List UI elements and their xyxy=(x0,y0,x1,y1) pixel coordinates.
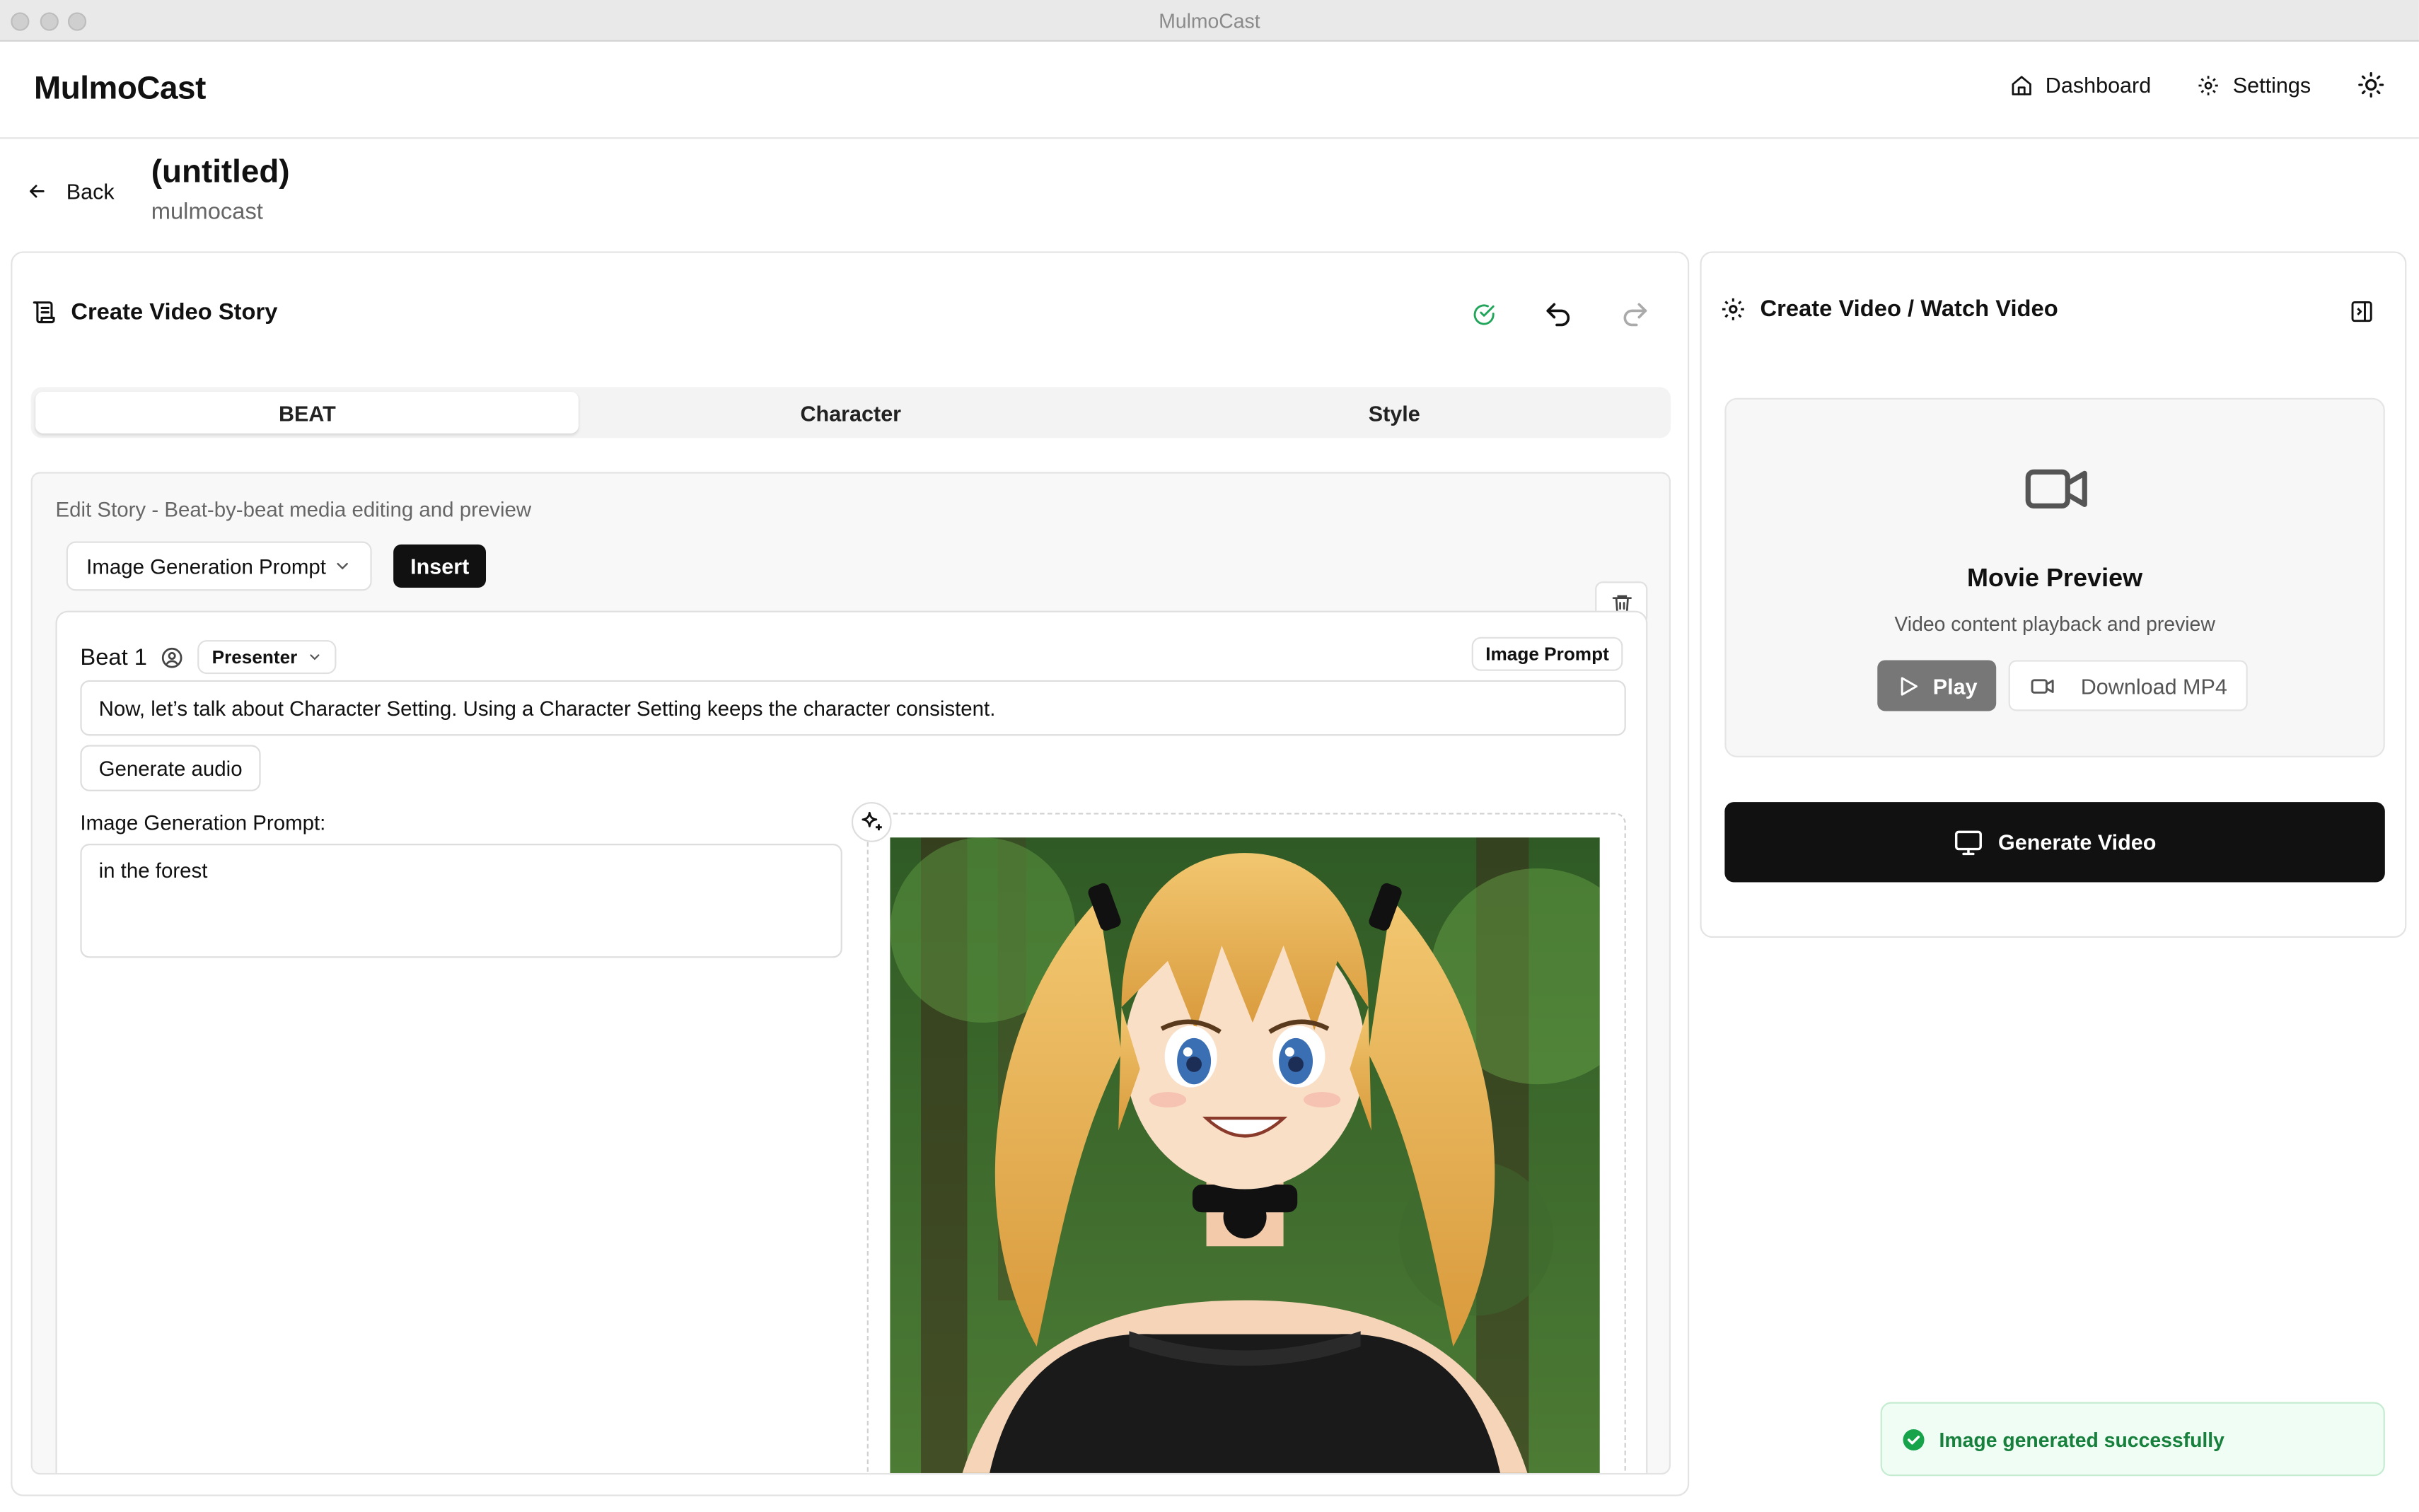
beat-label: Beat 1 xyxy=(80,644,148,670)
window-title: MulmoCast xyxy=(1159,9,1260,33)
nav-dashboard[interactable]: Dashboard xyxy=(2010,72,2152,98)
download-mp4-button[interactable]: Download MP4 xyxy=(2008,660,2248,711)
check-circle-icon xyxy=(1472,302,1497,327)
speaker-select-value: Presenter xyxy=(211,646,298,668)
image-prompt-textarea[interactable]: in the forest xyxy=(80,844,842,958)
nav-dashboard-label: Dashboard xyxy=(2045,72,2152,98)
download-label: Download MP4 xyxy=(2080,673,2227,698)
play-icon xyxy=(1896,673,1920,698)
collapse-panel-button[interactable] xyxy=(2350,299,2374,324)
theme-toggle-button[interactable] xyxy=(2357,71,2385,98)
video-camera-icon xyxy=(2013,455,2099,523)
story-panel-title: Create Video Story xyxy=(71,299,278,326)
story-panel: Create Video Story BEAT Character Style … xyxy=(11,251,1690,1496)
nav-settings[interactable]: Settings xyxy=(2198,72,2311,98)
home-icon xyxy=(2010,74,2034,97)
beat-editor: Edit Story - Beat-by-beat media editing … xyxy=(30,472,1671,1475)
toast-message: Image generated successfully xyxy=(1939,1427,2224,1451)
generate-video-label: Generate Video xyxy=(1997,830,2157,855)
back-button[interactable]: Back xyxy=(26,179,115,204)
beat-header: Beat 1 Presenter xyxy=(80,640,336,675)
chevron-down-icon xyxy=(333,557,352,575)
generated-image[interactable] xyxy=(890,837,1600,1473)
sparkle-icon xyxy=(859,810,884,834)
regenerate-image-button[interactable] xyxy=(851,802,892,842)
preview-actions: Play Download MP4 xyxy=(1877,660,2248,711)
top-nav: Dashboard Settings xyxy=(2010,71,2385,98)
generate-video-button[interactable]: Generate Video xyxy=(1724,802,2385,883)
app-header: MulmoCast Dashboard Settings xyxy=(0,41,2419,139)
chevron-down-icon xyxy=(306,649,322,665)
check-circle-icon xyxy=(1902,1428,1925,1451)
movie-preview-title: Movie Preview xyxy=(1967,564,2143,593)
redo-icon[interactable] xyxy=(1620,299,1651,330)
video-panel-header: Create Video / Watch Video xyxy=(1720,296,2058,322)
movie-preview-subtitle: Video content playback and preview xyxy=(1894,612,2215,636)
play-label: Play xyxy=(1932,673,1978,698)
success-toast: Image generated successfully xyxy=(1880,1402,2385,1477)
page-subtitle: mulmocast xyxy=(151,199,263,226)
play-button[interactable]: Play xyxy=(1877,660,1996,711)
undo-icon[interactable] xyxy=(1543,299,1574,330)
arrow-left-icon xyxy=(26,180,48,202)
speaker-select[interactable]: Presenter xyxy=(197,640,336,675)
beat-text-input[interactable]: Now, let’s talk about Character Setting.… xyxy=(80,680,1626,736)
story-tabs: BEAT Character Style xyxy=(30,387,1671,438)
beat-type-select-value: Image Generation Prompt xyxy=(86,554,326,578)
back-label: Back xyxy=(66,178,115,204)
nav-settings-label: Settings xyxy=(2232,72,2311,98)
video-camera-icon xyxy=(2029,673,2056,698)
tab-character[interactable]: Character xyxy=(579,392,1123,434)
image-prompt-label: Image Generation Prompt: xyxy=(80,811,326,834)
anime-character-illustration xyxy=(890,837,1600,1473)
gear-icon xyxy=(2198,74,2221,97)
gear-icon xyxy=(1720,296,1746,322)
monitor-icon xyxy=(1954,827,1985,856)
insert-button[interactable]: Insert xyxy=(393,544,487,588)
generate-audio-button[interactable]: Generate audio xyxy=(80,745,261,791)
history-actions xyxy=(1472,299,1651,330)
sun-icon xyxy=(2357,71,2385,98)
beat-type-select[interactable]: Image Generation Prompt xyxy=(66,541,372,591)
beat-card: Beat 1 Presenter Image Prompt Now, let’s… xyxy=(55,610,1648,1473)
story-panel-header: Create Video Story xyxy=(31,299,278,326)
movie-preview-card: Movie Preview Video content playback and… xyxy=(1724,397,2385,757)
video-panel-title: Create Video / Watch Video xyxy=(1760,296,2058,322)
window-titlebar: MulmoCast xyxy=(0,0,2419,42)
tab-style[interactable]: Style xyxy=(1123,392,1666,434)
video-panel: Create Video / Watch Video Movie Preview… xyxy=(1700,251,2407,938)
editor-description: Edit Story - Beat-by-beat media editing … xyxy=(55,498,532,522)
user-circle-icon xyxy=(161,646,185,669)
panel-toggle-icon xyxy=(2350,299,2374,324)
page-title: (untitled) xyxy=(151,154,290,190)
brand-logo[interactable]: MulmoCast xyxy=(34,71,206,107)
tab-beat[interactable]: BEAT xyxy=(35,391,579,434)
scroll-icon xyxy=(31,299,57,325)
image-prompt-badge: Image Prompt xyxy=(1471,636,1623,671)
